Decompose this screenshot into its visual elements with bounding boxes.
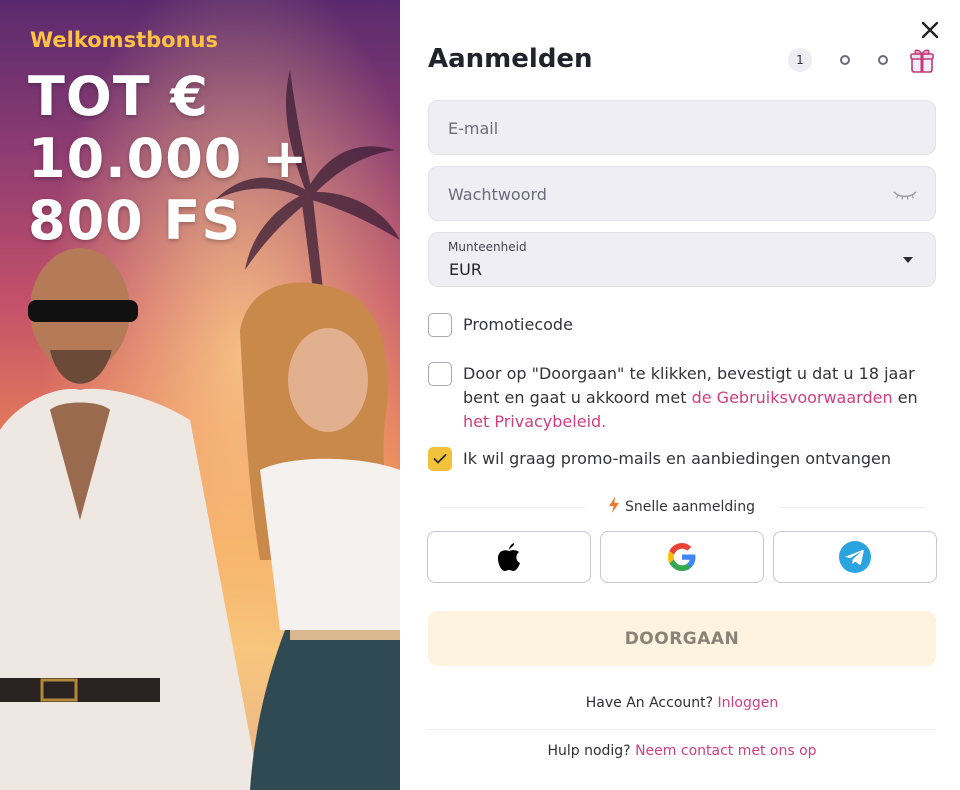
promo-mails-label: Ik wil graag promo-mails en aanbiedingen… bbox=[463, 449, 892, 468]
close-icon bbox=[921, 21, 939, 39]
close-button[interactable] bbox=[918, 18, 942, 42]
email-field[interactable]: E-mail bbox=[428, 100, 936, 155]
promo-amount-line3: 800 FS bbox=[28, 189, 242, 252]
promo-code-label: Promotiecode bbox=[463, 315, 573, 334]
login-prompt: Have An Account? Inloggen bbox=[428, 695, 936, 711]
promo-title: Welkomstbonus bbox=[30, 28, 218, 52]
quick-signup-label: Snelle aanmelding bbox=[625, 499, 755, 515]
apple-signin-button[interactable] bbox=[427, 531, 591, 583]
continue-button[interactable]: DOORGAAN bbox=[428, 611, 936, 666]
currency-label: Munteenheid bbox=[448, 240, 527, 254]
step-indicator: 1 bbox=[788, 46, 936, 74]
signup-form-panel: Aanmelden 1 E-mail Wachtwoord Munteenhei… bbox=[400, 0, 960, 790]
login-link[interactable]: Inloggen bbox=[718, 695, 779, 711]
eye-closed-icon[interactable] bbox=[893, 189, 917, 201]
password-placeholder: Wachtwoord bbox=[448, 185, 547, 204]
telegram-signin-button[interactable] bbox=[773, 531, 937, 583]
step-dot-3 bbox=[878, 55, 888, 65]
gift-icon bbox=[910, 49, 934, 73]
contact-link[interactable]: Neem contact met ons op bbox=[635, 743, 816, 759]
step-dot-2 bbox=[840, 55, 850, 65]
footer-divider bbox=[428, 729, 936, 730]
terms-row: Door op "Doorgaan" te klikken, bevestigt… bbox=[428, 362, 936, 434]
promo-amount-line1: TOT € bbox=[28, 65, 209, 128]
form-title: Aanmelden bbox=[428, 44, 593, 74]
google-icon bbox=[668, 543, 696, 571]
terms-link[interactable]: de Gebruiksvoorwaarden bbox=[692, 388, 893, 407]
telegram-icon bbox=[839, 541, 871, 573]
help-prompt: Hulp nodig? Neem contact met ons op bbox=[428, 743, 936, 759]
promo-amount-line2: 10.000 + bbox=[28, 127, 309, 190]
checkmark-icon bbox=[433, 454, 447, 464]
promo-code-checkbox[interactable] bbox=[428, 313, 452, 337]
currency-value: EUR bbox=[449, 260, 482, 279]
lightning-icon bbox=[609, 497, 620, 513]
email-placeholder: E-mail bbox=[448, 119, 499, 138]
have-account-text: Have An Account? bbox=[585, 695, 714, 711]
promo-banner: Welkomstbonus TOT € 10.000 + 800 FS bbox=[0, 0, 400, 790]
promo-mails-row: Ik wil graag promo-mails en aanbiedingen… bbox=[428, 447, 891, 471]
google-signin-button[interactable] bbox=[600, 531, 764, 583]
promo-mails-checkbox[interactable] bbox=[428, 447, 452, 471]
password-field[interactable]: Wachtwoord bbox=[428, 166, 936, 221]
terms-text: Door op "Doorgaan" te klikken, bevestigt… bbox=[463, 362, 933, 434]
promo-code-row: Promotiecode bbox=[428, 313, 573, 337]
terms-text-middle: en bbox=[892, 388, 918, 407]
help-text: Hulp nodig? bbox=[547, 743, 631, 759]
apple-icon bbox=[497, 543, 520, 571]
step-current: 1 bbox=[788, 48, 812, 72]
currency-select[interactable]: Munteenheid EUR bbox=[428, 232, 936, 287]
chevron-down-icon bbox=[903, 257, 913, 263]
privacy-link[interactable]: het Privacybeleid. bbox=[463, 412, 606, 431]
terms-checkbox[interactable] bbox=[428, 362, 452, 386]
quick-signup-heading: Snelle aanmelding bbox=[428, 497, 936, 515]
promo-amount: TOT € 10.000 + 800 FS bbox=[28, 66, 308, 252]
